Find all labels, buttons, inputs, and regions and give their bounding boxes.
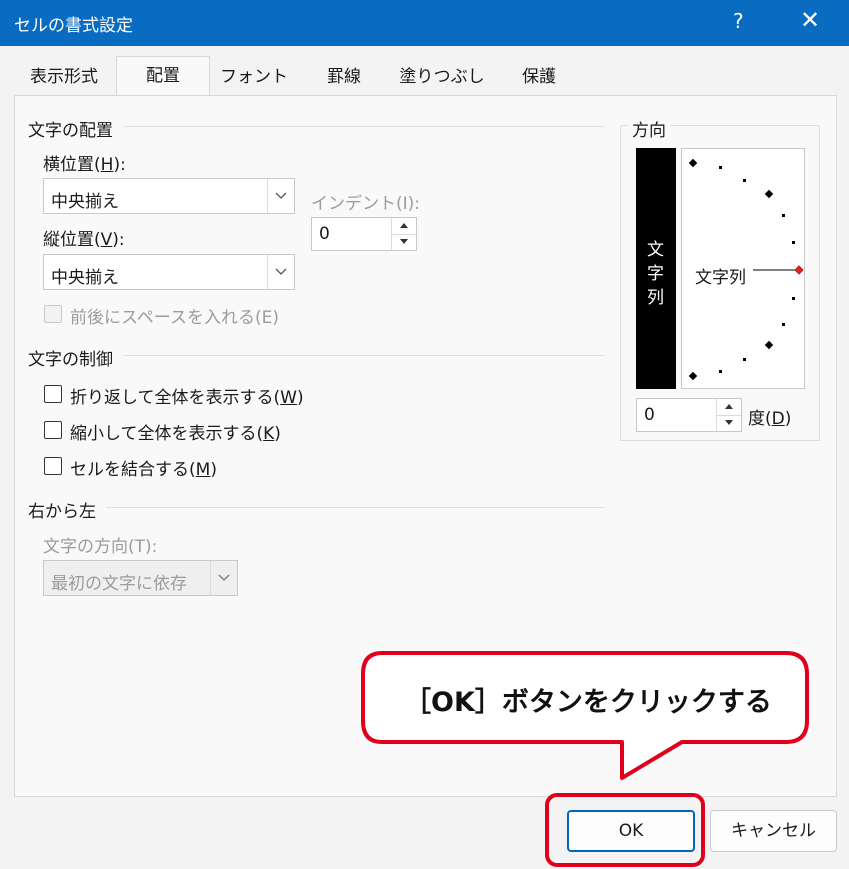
callout-text: ［OK］ボタンをクリックする: [404, 687, 772, 718]
spin-down-icon[interactable]: [392, 234, 416, 250]
spin-up-icon[interactable]: [717, 399, 741, 416]
orientation-dial[interactable]: 文字列: [681, 148, 805, 389]
section-text-alignment: 文字の配置: [28, 121, 113, 141]
section-text-control: 文字の制御: [28, 350, 113, 370]
text-direction-label: 文字の方向(T):: [43, 537, 158, 557]
wrap-text-label: 折り返して全体を表示する(W): [70, 388, 304, 408]
section-divider: [106, 507, 604, 508]
vertical-alignment-value: 中央揃え: [51, 268, 119, 288]
title-bar: セルの書式設定 ? ✕: [0, 0, 849, 46]
tab-font[interactable]: フォント: [210, 58, 298, 96]
section-right-to-left: 右から左: [28, 502, 96, 522]
help-icon[interactable]: ?: [733, 9, 744, 33]
distributed-label: 前後にスペースを入れる(E): [70, 308, 279, 328]
tab-number-format[interactable]: 表示形式: [16, 58, 112, 96]
indent-spinner[interactable]: 0: [311, 217, 417, 251]
spin-down-icon[interactable]: [717, 415, 741, 431]
shrink-to-fit-checkbox[interactable]: [44, 421, 62, 439]
horizontal-alignment-select[interactable]: 中央揃え: [43, 178, 295, 214]
text-direction-select[interactable]: 最初の文字に依存: [43, 560, 238, 596]
vertical-label: 縦位置(V):: [43, 230, 125, 250]
merge-cells-checkbox[interactable]: [44, 457, 62, 475]
vertical-alignment-select[interactable]: 中央揃え: [43, 254, 295, 290]
chevron-down-icon[interactable]: [210, 561, 237, 595]
dialog-title: セルの書式設定: [14, 16, 133, 36]
horizontal-alignment-value: 中央揃え: [51, 192, 119, 212]
wrap-text-checkbox[interactable]: [44, 385, 62, 403]
section-divider: [124, 355, 604, 356]
close-icon[interactable]: ✕: [800, 6, 820, 34]
degrees-value: 0: [644, 405, 655, 425]
chevron-down-icon[interactable]: [267, 179, 294, 213]
dial-label: 文字列: [695, 268, 746, 288]
indent-value: 0: [319, 224, 330, 244]
section-orientation: 方向: [628, 116, 670, 141]
indent-label: インデント(I):: [311, 194, 421, 214]
tab-border[interactable]: 罫線: [300, 58, 388, 96]
ok-button[interactable]: OK: [567, 810, 695, 852]
chevron-down-icon[interactable]: [267, 255, 294, 289]
tab-fill[interactable]: 塗りつぶし: [390, 58, 494, 96]
spin-up-icon[interactable]: [392, 218, 416, 235]
tab-protection[interactable]: 保護: [496, 58, 582, 96]
section-divider: [124, 126, 604, 127]
merge-cells-label: セルを結合する(M): [70, 460, 217, 480]
degrees-label: 度(D): [748, 409, 792, 429]
cancel-button[interactable]: キャンセル: [710, 810, 837, 852]
tab-alignment[interactable]: 配置: [116, 56, 210, 97]
horizontal-label: 横位置(H):: [43, 155, 126, 175]
vertical-text-button[interactable]: 文 字 列: [636, 148, 676, 389]
text-direction-value: 最初の文字に依存: [51, 574, 187, 594]
degrees-spinner[interactable]: 0: [636, 398, 742, 432]
distributed-checkbox[interactable]: [44, 305, 62, 323]
shrink-to-fit-label: 縮小して全体を表示する(K): [70, 424, 281, 444]
